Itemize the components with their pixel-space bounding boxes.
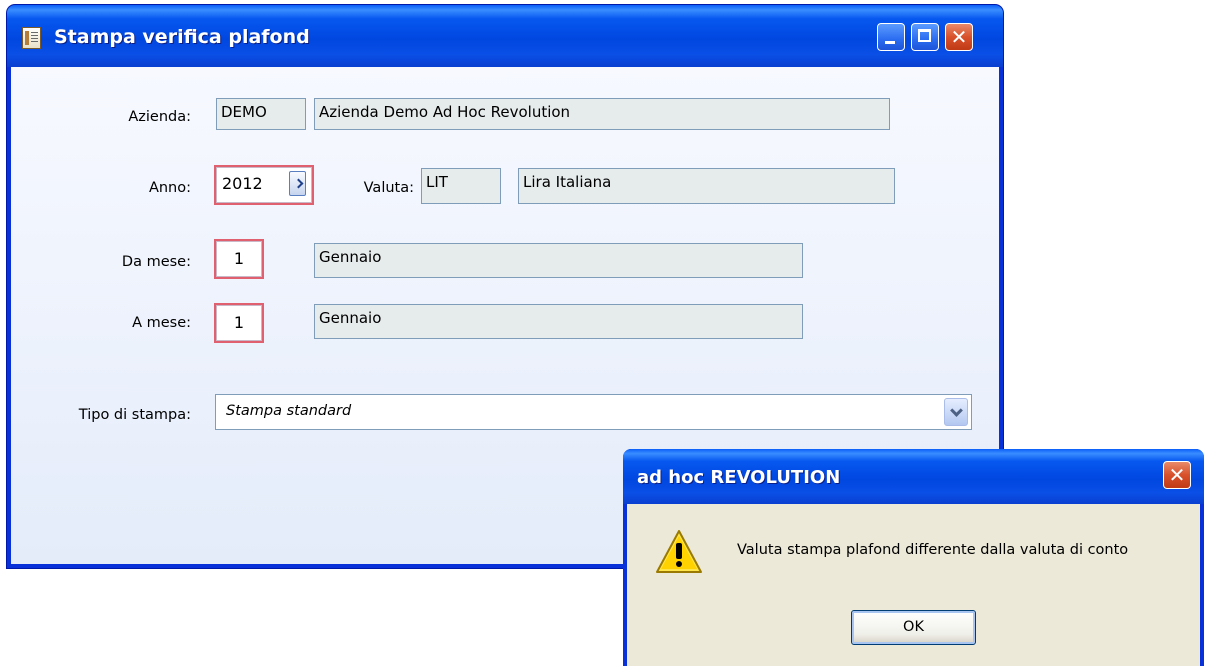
azienda-label: Azienda: <box>128 109 191 125</box>
tipo-stampa-label: Tipo di stampa: <box>78 407 191 423</box>
valuta-name-field: Lira Italiana <box>518 168 895 204</box>
da-mese-label: Da mese: <box>121 254 191 270</box>
anno-label: Anno: <box>148 180 191 196</box>
close-button[interactable]: ✕ <box>945 23 973 51</box>
a-mese-label: A mese: <box>132 315 191 331</box>
close-icon: ✕ <box>1168 463 1186 487</box>
message-close-button[interactable]: ✕ <box>1163 461 1191 489</box>
main-titlebar[interactable]: Stampa verifica plafond ✕ <box>7 5 1003 67</box>
maximize-button[interactable] <box>911 23 939 51</box>
message-text: Valuta stampa plafond differente dalla v… <box>737 542 1129 558</box>
close-icon: ✕ <box>950 25 968 49</box>
message-titlebar[interactable]: ad hoc REVOLUTION ✕ <box>623 449 1204 504</box>
message-title: ad hoc REVOLUTION <box>637 467 841 488</box>
window-title: Stampa verifica plafond <box>54 26 310 48</box>
valuta-label: Valuta: <box>363 180 414 196</box>
message-box: ad hoc REVOLUTION ✕ Valuta stampa plafon… <box>623 449 1204 666</box>
minimize-button[interactable] <box>877 23 905 51</box>
a-mese-input[interactable]: 1 <box>214 303 264 343</box>
da-mese-input[interactable]: 1 <box>214 239 264 279</box>
valuta-code-field: LIT <box>421 168 501 204</box>
chevron-down-icon[interactable] <box>944 398 968 426</box>
tipo-stampa-value: Stampa standard <box>226 403 352 419</box>
azienda-code-field: DEMO <box>216 98 306 130</box>
tipo-stampa-select[interactable]: Stampa standard <box>215 394 972 430</box>
azienda-name-field: Azienda Demo Ad Hoc Revolution <box>314 98 890 130</box>
ok-button[interactable]: OK <box>851 610 976 645</box>
anno-zoom-button[interactable] <box>289 171 306 196</box>
warning-icon <box>656 530 702 573</box>
message-body: Valuta stampa plafond differente dalla v… <box>627 504 1200 666</box>
da-mese-name-field: Gennaio <box>314 243 803 278</box>
a-mese-name-field: Gennaio <box>314 304 803 339</box>
document-icon <box>22 27 41 49</box>
